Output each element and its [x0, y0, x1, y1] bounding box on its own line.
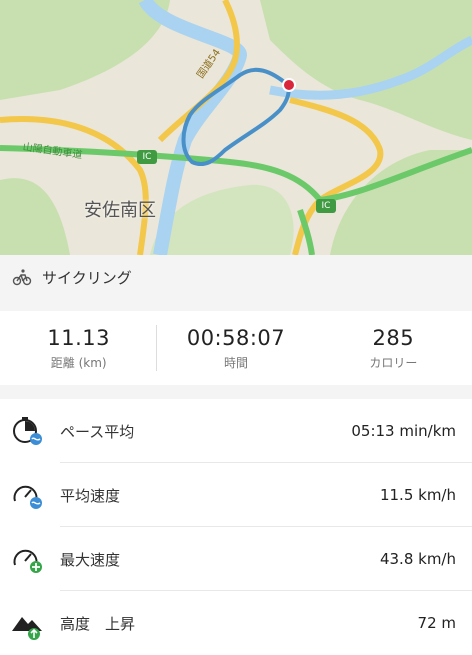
time-label: 時間	[223, 355, 248, 370]
stat-name: 高度 上昇	[60, 614, 136, 633]
stat-name: ペース平均	[60, 422, 135, 441]
stat-name: 平均速度	[60, 486, 121, 505]
stat-name: 最大速度	[60, 550, 121, 569]
stat-value: 11.5 km/h	[379, 486, 456, 504]
bicycle-icon	[12, 267, 32, 287]
interchange-badge: IC	[316, 199, 336, 213]
max-speed-icon	[10, 541, 46, 577]
calories-value: 285	[372, 325, 415, 350]
stat-value: 72 m	[417, 614, 456, 632]
distance-summary: 11.13 距離 (km)	[0, 311, 157, 385]
calories-label: カロリー	[369, 355, 418, 370]
pace-icon	[10, 413, 46, 449]
activity-type-bar: サイクリング	[0, 255, 472, 299]
time-summary: 00:58:07 時間	[157, 311, 314, 385]
calories-summary: 285 カロリー	[315, 311, 472, 385]
stat-row-pace: ペース平均 05:13 min/km	[0, 399, 472, 463]
stats-list: ペース平均 05:13 min/km 平均速度 11.5 km/h 最大速度 4…	[0, 399, 472, 640]
section-spacer	[0, 385, 472, 399]
map-canvas	[0, 0, 472, 255]
elevation-gain-icon	[10, 605, 46, 641]
stat-value: 43.8 km/h	[379, 550, 456, 568]
stat-row-max-speed: 最大速度 43.8 km/h	[0, 527, 472, 591]
time-value: 00:58:07	[186, 325, 286, 350]
route-map[interactable]: 安佐南区 山陽自動車道 国道54 IC IC	[0, 0, 472, 255]
summary-panel: 11.13 距離 (km) 00:58:07 時間 285 カロリー	[0, 311, 472, 385]
stat-row-average-speed: 平均速度 11.5 km/h	[0, 463, 472, 527]
average-speed-icon	[10, 477, 46, 513]
activity-type-label: サイクリング	[42, 268, 132, 287]
distance-label: 距離 (km)	[50, 355, 107, 370]
stat-row-elevation-gain: 高度 上昇 72 m	[0, 591, 472, 655]
stat-value: 05:13 min/km	[351, 422, 456, 440]
interchange-badge: IC	[137, 150, 157, 164]
section-spacer	[0, 299, 472, 311]
distance-value: 11.13	[47, 325, 110, 350]
district-label: 安佐南区	[84, 200, 156, 221]
